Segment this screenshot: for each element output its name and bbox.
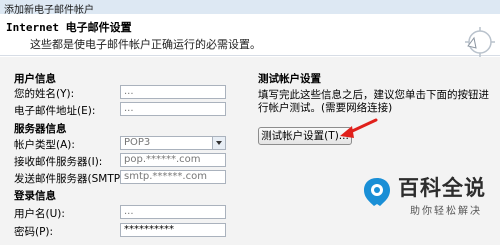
- watermark: 百科全说 助你轻松解决: [362, 172, 500, 224]
- account-type-select[interactable]: POP3: [120, 136, 226, 150]
- page-title: Internet 电子邮件设置: [6, 21, 132, 34]
- email-value: ...: [124, 103, 134, 114]
- password-value: **********: [124, 224, 174, 235]
- page-subtitle: 这些都是使电子邮件帐户正确运行的必需设置。: [30, 38, 261, 51]
- incoming-server-value: pop.******.com: [124, 154, 201, 165]
- outgoing-server-value: smtp.******.com: [124, 171, 207, 182]
- wizard-header: Internet 电子邮件设置 这些都是使电子邮件帐户正确运行的必需设置。: [0, 14, 500, 57]
- email-label: 电子邮件地址(E):: [14, 105, 96, 117]
- outgoing-server-field[interactable]: smtp.******.com: [120, 170, 226, 184]
- username-field[interactable]: ...: [120, 205, 226, 219]
- server-info-heading: 服务器信息: [14, 123, 67, 135]
- test-settings-heading: 测试帐户设置: [258, 73, 321, 85]
- incoming-server-label: 接收邮件服务器(I):: [14, 156, 103, 168]
- name-value: ...: [124, 86, 134, 97]
- user-info-heading: 用户信息: [14, 73, 56, 85]
- watermark-subtitle: 助你轻松解决: [410, 206, 482, 217]
- username-label: 用户名(U):: [14, 208, 65, 220]
- title-bar: 添加新电子邮件帐户: [0, 0, 500, 16]
- account-type-label: 帐户类型(A):: [14, 139, 75, 151]
- incoming-server-field[interactable]: pop.******.com: [120, 153, 226, 167]
- mail-wizard-icon: [465, 27, 495, 57]
- password-label: 密码(P):: [14, 226, 54, 238]
- account-type-value: POP3: [124, 137, 151, 148]
- email-field[interactable]: ...: [120, 102, 226, 116]
- chevron-down-icon[interactable]: [212, 137, 225, 149]
- baike-logo-icon: [364, 178, 390, 206]
- test-desc-line2: 行帐户测试。(需要网络连接): [258, 102, 393, 114]
- password-field[interactable]: **********: [120, 223, 226, 237]
- login-info-heading: 登录信息: [14, 190, 56, 202]
- annotation-arrow-icon: [340, 118, 378, 138]
- username-value: ...: [124, 206, 134, 217]
- watermark-title: 百科全说: [398, 176, 486, 200]
- name-field[interactable]: ...: [120, 85, 226, 99]
- name-label: 您的姓名(Y):: [14, 88, 75, 100]
